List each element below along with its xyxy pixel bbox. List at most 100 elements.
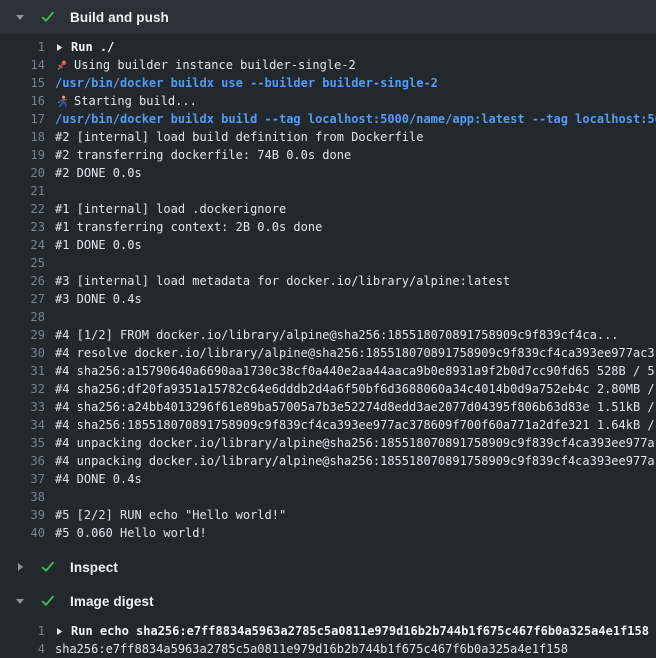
line-number[interactable]: 25 xyxy=(0,254,45,272)
log-line: 28 xyxy=(0,308,656,326)
line-content: #2 [internal] load build definition from… xyxy=(45,128,423,146)
line-number[interactable]: 21 xyxy=(0,182,45,200)
run-expander-icon[interactable] xyxy=(55,43,64,52)
line-number[interactable]: 16 xyxy=(0,92,45,110)
line-content xyxy=(45,488,55,506)
section-header-inspect[interactable]: Inspect xyxy=(0,550,656,584)
line-content: #4 unpacking docker.io/library/alpine@sh… xyxy=(45,452,655,470)
line-number[interactable]: 29 xyxy=(0,326,45,344)
line-number[interactable]: 39 xyxy=(0,506,45,524)
line-content: #4 DONE 0.4s xyxy=(45,470,142,488)
check-icon xyxy=(40,9,56,25)
line-text: #2 [internal] load build definition from… xyxy=(55,128,423,146)
line-content: Starting build... xyxy=(45,92,197,110)
log-line: 26 #3 [internal] load metadata for docker… xyxy=(0,272,656,290)
line-content: #1 DONE 0.0s xyxy=(45,236,142,254)
line-text: #3 [internal] load metadata for docker.i… xyxy=(55,272,510,290)
log-line: 15/usr/bin/docker buildx use --builder b… xyxy=(0,74,656,92)
line-content: #4 resolve docker.io/library/alpine@sha2… xyxy=(45,344,655,362)
line-number[interactable]: 31 xyxy=(0,362,45,380)
line-number[interactable]: 24 xyxy=(0,236,45,254)
line-text: #4 sha256:a24bb4013296f61e89ba57005a7b3e… xyxy=(55,398,655,416)
line-number[interactable]: 4 xyxy=(0,640,45,658)
line-number[interactable]: 32 xyxy=(0,380,45,398)
line-content: Using builder instance builder-single-2 xyxy=(45,56,356,74)
check-icon xyxy=(40,593,56,609)
line-number[interactable]: 1 xyxy=(0,622,45,640)
line-number[interactable]: 36 xyxy=(0,452,45,470)
line-number[interactable]: 22 xyxy=(0,200,45,218)
check-icon xyxy=(40,559,56,575)
line-content: #4 unpacking docker.io/library/alpine@sh… xyxy=(45,434,655,452)
log-line: 4 sha256:e7ff8834a5963a2785c5a0811e979d16… xyxy=(0,640,656,658)
log-line: 27#3 DONE 0.4s xyxy=(0,290,656,308)
line-text: /usr/bin/docker buildx use --builder bui… xyxy=(55,74,438,92)
line-content: #4 sha256:a24bb4013296f61e89ba57005a7b3e… xyxy=(45,398,655,416)
line-text: #4 [1/2] FROM docker.io/library/alpine@s… xyxy=(55,326,619,344)
line-number[interactable]: 28 xyxy=(0,308,45,326)
line-number[interactable]: 33 xyxy=(0,398,45,416)
log-line: 37 #4 DONE 0.4s xyxy=(0,470,656,488)
line-number[interactable]: 20 xyxy=(0,164,45,182)
line-text: #1 [internal] load .dockerignore xyxy=(55,200,286,218)
chevron-down-icon[interactable] xyxy=(14,596,26,606)
line-text: #4 unpacking docker.io/library/alpine@sh… xyxy=(55,452,655,470)
line-number[interactable]: 40 xyxy=(0,524,45,542)
chevron-right-icon[interactable] xyxy=(14,562,26,572)
log-line: 31#4 sha256:a15790640a6690aa1730c38cf0a4… xyxy=(0,362,656,380)
line-number[interactable]: 37 xyxy=(0,470,45,488)
section-header-build-and-push[interactable]: Build and push xyxy=(0,0,656,34)
line-number[interactable]: 27 xyxy=(0,290,45,308)
line-number[interactable]: 14 xyxy=(0,56,45,74)
line-text: Starting build... xyxy=(74,92,197,110)
log-line: 29 #4 [1/2] FROM docker.io/library/alpine… xyxy=(0,326,656,344)
line-content[interactable]: Run ./ xyxy=(45,38,114,56)
log-line: 23 #1 transferring context: 2B 0.0s done xyxy=(0,218,656,236)
log-line: 32#4 sha256:df20fa9351a15782c64e6dddb2d4… xyxy=(0,380,656,398)
line-number[interactable]: 1 xyxy=(0,38,45,56)
log-line: 34 #4 sha256:185518070891758909c9f839cf4c… xyxy=(0,416,656,434)
section-title: Image digest xyxy=(70,594,154,609)
line-text: #4 unpacking docker.io/library/alpine@sh… xyxy=(55,434,655,452)
line-content: #4 sha256:185518070891758909c9f839cf4ca3… xyxy=(45,416,655,434)
line-content: #1 [internal] load .dockerignore xyxy=(45,200,286,218)
line-content xyxy=(45,308,55,326)
run-expander-icon[interactable] xyxy=(55,627,64,636)
section-header-image-digest[interactable]: Image digest xyxy=(0,584,656,618)
line-text: #4 sha256:185518070891758909c9f839cf4ca3… xyxy=(55,416,655,434)
line-text: #4 resolve docker.io/library/alpine@sha2… xyxy=(55,344,655,362)
line-number[interactable]: 35 xyxy=(0,434,45,452)
log-line: 20#2 DONE 0.0s xyxy=(0,164,656,182)
log-section-build-and-push: Build and push 1 Run ./ 14 Using builder ins… xyxy=(0,0,656,550)
line-content: #5 0.060 Hello world! xyxy=(45,524,207,542)
line-number[interactable]: 23 xyxy=(0,218,45,236)
line-content[interactable]: Run echo sha256:e7ff8834a5963a2785c5a081… xyxy=(45,622,649,640)
line-content: #2 transferring dockerfile: 74B 0.0s don… xyxy=(45,146,351,164)
line-number[interactable]: 38 xyxy=(0,488,45,506)
log-line: 38 xyxy=(0,488,656,506)
line-number[interactable]: 34 xyxy=(0,416,45,434)
log-line: 39#5 [2/2] RUN echo "Hello world!" xyxy=(0,506,656,524)
log-line: 17/usr/bin/docker buildx build --tag loc… xyxy=(0,110,656,128)
line-content: #2 DONE 0.0s xyxy=(45,164,142,182)
line-text: #1 transferring context: 2B 0.0s done xyxy=(55,218,322,236)
line-text: #5 0.060 Hello world! xyxy=(55,524,207,542)
line-content: #4 sha256:a15790640a6690aa1730c38cf0a440… xyxy=(45,362,655,380)
line-content: /usr/bin/docker buildx build --tag local… xyxy=(45,110,656,128)
log-line: 18 #2 [internal] load build definition fr… xyxy=(0,128,656,146)
line-number[interactable]: 18 xyxy=(0,128,45,146)
line-text: #4 DONE 0.4s xyxy=(55,470,142,488)
line-text: Using builder instance builder-single-2 xyxy=(74,56,356,74)
log-line: 14 Using builder instance builder-single-… xyxy=(0,56,656,74)
line-number[interactable]: 15 xyxy=(0,74,45,92)
chevron-down-icon[interactable] xyxy=(14,12,26,22)
section-log-body: 1Run echo sha256:e7ff8834a5963a2785c5a08… xyxy=(0,618,656,658)
line-number[interactable]: 17 xyxy=(0,110,45,128)
line-text: Run ./ xyxy=(71,38,114,56)
line-number[interactable]: 26 xyxy=(0,272,45,290)
log-section-inspect: Inspect xyxy=(0,550,656,584)
line-number[interactable]: 30 xyxy=(0,344,45,362)
line-content: /usr/bin/docker buildx use --builder bui… xyxy=(45,74,438,92)
line-number[interactable]: 19 xyxy=(0,146,45,164)
line-text: sha256:e7ff8834a5963a2785c5a0811e979d16b… xyxy=(55,640,568,658)
